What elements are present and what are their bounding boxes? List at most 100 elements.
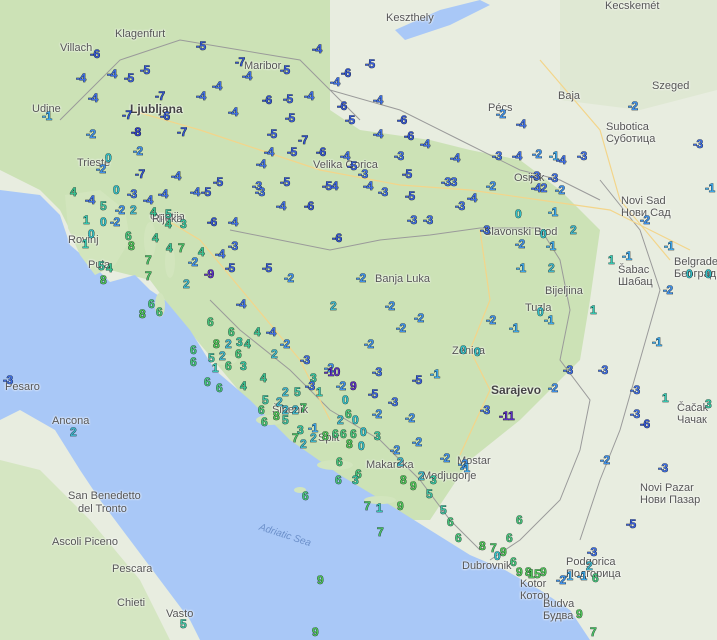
temperature-marker[interactable]: -3: [372, 366, 383, 379]
temperature-marker[interactable]: -5: [262, 262, 273, 275]
place-label[interactable]: Banja Luka: [375, 273, 430, 285]
temperature-marker[interactable]: 1: [212, 362, 219, 375]
temperature-marker[interactable]: 4: [260, 372, 267, 385]
temperature-marker[interactable]: 6: [225, 360, 232, 373]
temperature-marker[interactable]: -2: [133, 145, 144, 158]
temperature-marker[interactable]: 2: [292, 404, 299, 417]
temperature-marker[interactable]: -3: [455, 200, 466, 213]
temperature-marker[interactable]: 2: [418, 470, 425, 483]
temperature-marker[interactable]: -3: [3, 374, 14, 387]
temperature-marker[interactable]: 0: [88, 228, 95, 241]
temperature-marker[interactable]: 2: [548, 262, 555, 275]
temperature-marker[interactable]: 3: [374, 430, 381, 443]
temperature-marker[interactable]: 2: [130, 204, 137, 217]
temperature-marker[interactable]: 7: [300, 402, 307, 415]
temperature-marker[interactable]: -5: [347, 160, 358, 173]
temperature-marker[interactable]: -2: [486, 314, 497, 327]
temperature-marker[interactable]: 0: [360, 426, 367, 439]
temperature-marker[interactable]: 9: [350, 380, 357, 393]
temperature-marker[interactable]: 7: [178, 242, 185, 255]
temperature-marker[interactable]: -3: [630, 384, 641, 397]
temperature-marker[interactable]: 7: [590, 626, 597, 639]
temperature-marker[interactable]: -3: [480, 404, 491, 417]
temperature-marker[interactable]: 4: [198, 246, 205, 259]
temperature-marker[interactable]: -6: [337, 100, 348, 113]
temperature-marker[interactable]: -1: [430, 368, 441, 381]
temperature-marker[interactable]: -2: [628, 100, 639, 113]
temperature-marker[interactable]: -3: [127, 188, 138, 201]
temperature-marker[interactable]: 7: [292, 432, 299, 445]
temperature-marker[interactable]: -7: [298, 134, 309, 147]
temperature-marker[interactable]: -5: [285, 112, 296, 125]
temperature-marker[interactable]: -2: [280, 338, 291, 351]
temperature-marker[interactable]: -1: [42, 110, 53, 123]
temperature-marker[interactable]: -4: [228, 216, 239, 229]
temperature-marker[interactable]: 2: [183, 278, 190, 291]
temperature-marker[interactable]: -5: [365, 58, 376, 71]
temperature-marker[interactable]: 1: [590, 304, 597, 317]
temperature-marker[interactable]: -3: [423, 214, 434, 227]
temperature-marker[interactable]: 2: [330, 300, 337, 313]
temperature-marker[interactable]: -6: [332, 232, 343, 245]
temperature-marker[interactable]: -3: [658, 462, 669, 475]
temperature-marker[interactable]: -5: [280, 176, 291, 189]
temperature-marker[interactable]: -3: [255, 186, 266, 199]
temperature-marker[interactable]: -1: [516, 262, 527, 275]
temperature-marker[interactable]: -3: [305, 380, 316, 393]
place-label[interactable]: Makarska: [366, 459, 414, 471]
temperature-marker[interactable]: 4: [165, 218, 172, 231]
temperature-marker[interactable]: 3: [430, 474, 437, 487]
temperature-marker[interactable]: 6: [302, 490, 309, 503]
temperature-marker[interactable]: 2: [225, 338, 232, 351]
temperature-marker[interactable]: 4: [254, 326, 261, 339]
temperature-marker[interactable]: -5: [280, 64, 291, 77]
temperature-marker[interactable]: 3: [352, 474, 359, 487]
temperature-marker[interactable]: -5: [140, 64, 151, 77]
temperature-marker[interactable]: 9: [410, 480, 417, 493]
temperature-marker[interactable]: -2: [372, 408, 383, 421]
temperature-marker[interactable]: -3: [388, 396, 399, 409]
temperature-marker[interactable]: 7: [145, 254, 152, 267]
temperature-marker[interactable]: 5: [282, 414, 289, 427]
temperature-marker[interactable]: -11: [499, 410, 515, 423]
temperature-marker[interactable]: 3: [240, 360, 247, 373]
temperature-marker[interactable]: -3: [598, 364, 609, 377]
temperature-marker[interactable]: 5: [180, 618, 187, 631]
temperature-marker[interactable]: 9: [317, 574, 324, 587]
temperature-marker[interactable]: -1: [705, 182, 716, 195]
temperature-marker[interactable]: -7: [122, 109, 133, 122]
temperature-marker[interactable]: -5: [267, 128, 278, 141]
temperature-marker[interactable]: 9: [312, 626, 319, 639]
temperature-marker[interactable]: -2: [396, 322, 407, 335]
place-label[interactable]: Budva Будва: [543, 598, 574, 622]
place-label[interactable]: San Benedetto: [68, 490, 141, 502]
temperature-marker[interactable]: 8: [100, 274, 107, 287]
place-label[interactable]: Kecskemét: [605, 0, 659, 12]
temperature-marker[interactable]: -2: [110, 216, 121, 229]
temperature-marker[interactable]: -5: [124, 72, 135, 85]
temperature-marker[interactable]: -2: [548, 382, 559, 395]
place-label[interactable]: Baja: [558, 90, 580, 102]
temperature-marker[interactable]: 0: [474, 346, 481, 359]
temperature-marker[interactable]: -4: [420, 138, 431, 151]
temperature-marker[interactable]: 0: [460, 344, 467, 357]
temperature-marker[interactable]: 4: [152, 232, 159, 245]
temperature-marker[interactable]: 5: [294, 386, 301, 399]
temperature-marker[interactable]: -5: [412, 374, 423, 387]
place-label[interactable]: Ljubljana: [130, 103, 183, 115]
temperature-marker[interactable]: -2: [414, 312, 425, 325]
temperature-marker[interactable]: 1: [662, 392, 669, 405]
temperature-marker[interactable]: -1: [622, 250, 633, 263]
weather-map[interactable]: Adriatic Sea Keszthely Kecskemét Klagenfur…: [0, 0, 717, 640]
temperature-marker[interactable]: 6: [204, 376, 211, 389]
temperature-marker[interactable]: -4: [467, 192, 478, 205]
temperature-marker[interactable]: -3: [630, 408, 641, 421]
place-label[interactable]: Ascoli Piceno: [52, 536, 118, 548]
temperature-marker[interactable]: -3: [228, 240, 239, 253]
temperature-marker[interactable]: -2: [515, 238, 526, 251]
temperature-marker[interactable]: -6: [404, 130, 415, 143]
temperature-marker[interactable]: -6: [90, 48, 101, 61]
temperature-marker[interactable]: 2: [570, 224, 577, 237]
temperature-marker[interactable]: -1: [460, 462, 471, 475]
temperature-marker[interactable]: -42: [531, 182, 548, 195]
